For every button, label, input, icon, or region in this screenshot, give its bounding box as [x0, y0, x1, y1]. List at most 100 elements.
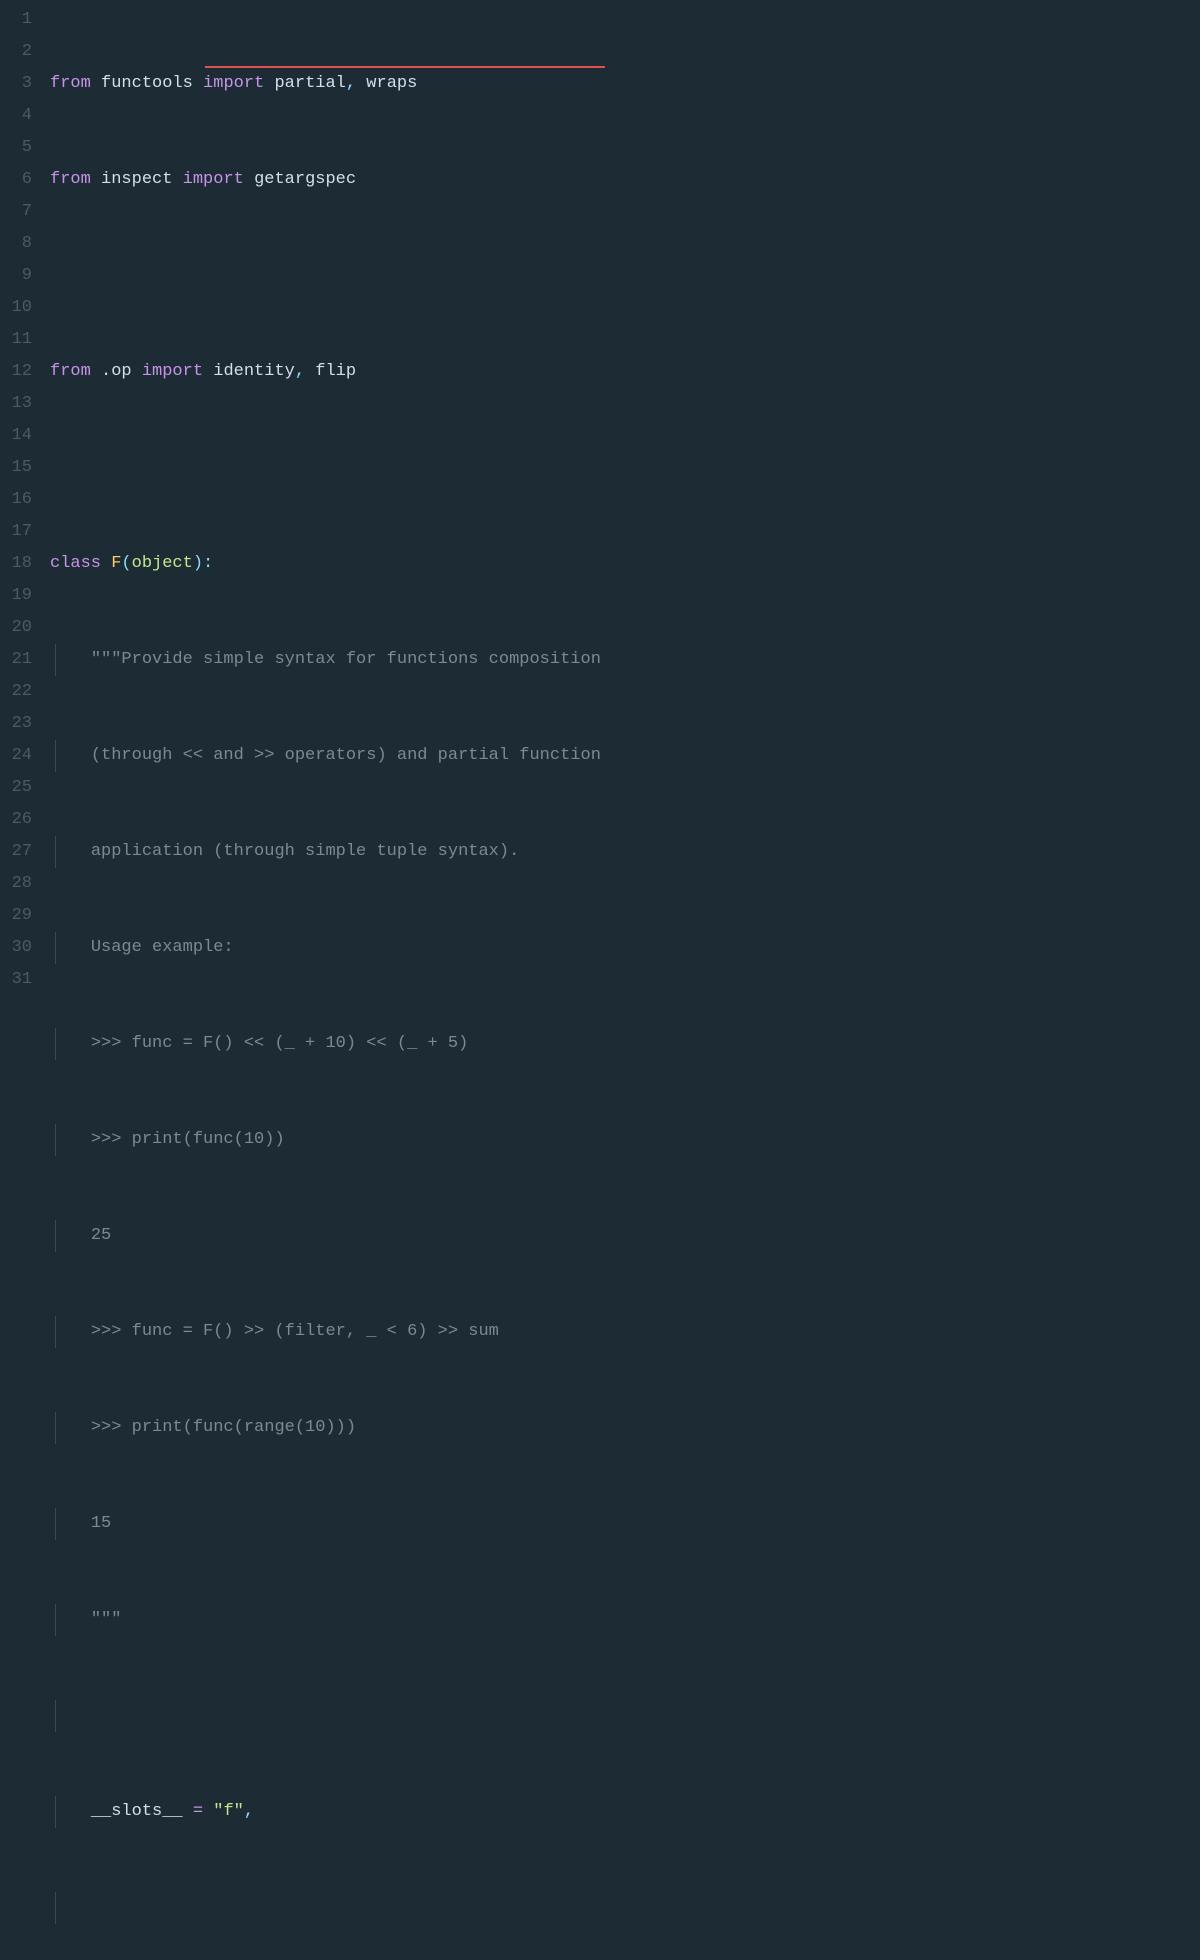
line-number: 17 — [0, 516, 32, 548]
docstring: application (through simple tuple syntax… — [91, 842, 519, 861]
code-line[interactable]: """ — [50, 1604, 1200, 1636]
indent — [50, 1322, 91, 1341]
indent — [50, 1418, 91, 1437]
line-number: 19 — [0, 580, 32, 612]
line-number: 4 — [0, 100, 32, 132]
line-number: 11 — [0, 324, 32, 356]
line-number: 28 — [0, 868, 32, 900]
indent-guide — [55, 644, 56, 676]
indent — [50, 1514, 91, 1533]
line-number: 31 — [0, 964, 32, 996]
code-line[interactable]: 25 — [50, 1220, 1200, 1252]
indent — [50, 842, 91, 861]
line-number: 29 — [0, 900, 32, 932]
line-number: 25 — [0, 772, 32, 804]
docstring: 15 — [91, 1514, 111, 1533]
code-line[interactable]: (through << and >> operators) and partia… — [50, 740, 1200, 772]
keyword-class: class — [50, 554, 101, 573]
line-number: 3 — [0, 68, 32, 100]
line-number: 8 — [0, 228, 32, 260]
paren: ) — [193, 554, 203, 573]
line-number: 15 — [0, 452, 32, 484]
indent-guide — [55, 932, 56, 964]
indent-guide — [55, 1700, 56, 1732]
string-literal: "f" — [213, 1802, 244, 1821]
paren: ( — [121, 554, 131, 573]
line-number: 26 — [0, 804, 32, 836]
line-number: 20 — [0, 612, 32, 644]
module-name: functools — [101, 74, 193, 93]
docstring: 25 — [91, 1226, 111, 1245]
docstring: >>> print(func(10)) — [91, 1130, 285, 1149]
indent-guide — [55, 1604, 56, 1636]
line-number: 5 — [0, 132, 32, 164]
indent — [50, 938, 91, 957]
module-name: .op — [101, 362, 132, 381]
docstring: >>> func = F() >> (filter, _ < 6) >> sum — [91, 1322, 499, 1341]
equals: = — [183, 1802, 214, 1821]
docstring: >>> print(func(range(10))) — [91, 1418, 356, 1437]
code-line[interactable]: >>> print(func(range(10))) — [50, 1412, 1200, 1444]
code-area[interactable]: from functools import partial, wraps fro… — [50, 0, 1200, 980]
code-line[interactable]: from inspect import getargspec — [50, 164, 1200, 196]
identifier: flip — [315, 362, 356, 381]
indent-guide — [55, 836, 56, 868]
code-line[interactable] — [50, 1892, 1200, 1924]
indent-guide — [55, 1220, 56, 1252]
line-number: 24 — [0, 740, 32, 772]
dunder-slots: __slots__ — [91, 1802, 183, 1821]
indent-guide — [55, 1892, 56, 1924]
identifier: partial — [274, 74, 345, 93]
identifier: identity — [213, 362, 295, 381]
code-line[interactable] — [50, 260, 1200, 292]
line-number: 2 — [0, 36, 32, 68]
line-number: 14 — [0, 420, 32, 452]
docstring: """Provide simple syntax for functions c… — [91, 650, 601, 669]
colon: : — [203, 554, 213, 573]
line-number-gutter: 1 2 3 4 5 6 7 8 9 10 11 12 13 14 15 16 1… — [0, 0, 50, 980]
line-number: 23 — [0, 708, 32, 740]
code-line[interactable]: >>> func = F() >> (filter, _ < 6) >> sum — [50, 1316, 1200, 1348]
code-line[interactable]: application (through simple tuple syntax… — [50, 836, 1200, 868]
line-number: 6 — [0, 164, 32, 196]
code-line[interactable]: """Provide simple syntax for functions c… — [50, 644, 1200, 676]
code-line[interactable]: 15 — [50, 1508, 1200, 1540]
code-line[interactable] — [50, 452, 1200, 484]
indent — [50, 1610, 91, 1629]
indent — [50, 1802, 91, 1821]
module-name: inspect — [101, 170, 172, 189]
code-line[interactable]: __slots__ = "f", — [50, 1796, 1200, 1828]
code-line[interactable]: class F(object): — [50, 548, 1200, 580]
docstring: """ — [91, 1610, 122, 1629]
indent-guide — [55, 1028, 56, 1060]
code-line[interactable] — [50, 1700, 1200, 1732]
keyword-from: from — [50, 170, 91, 189]
code-editor[interactable]: 1 2 3 4 5 6 7 8 9 10 11 12 13 14 15 16 1… — [0, 0, 1200, 980]
line-number: 16 — [0, 484, 32, 516]
indent-guide — [55, 740, 56, 772]
indent-guide — [55, 1124, 56, 1156]
indent — [50, 1034, 91, 1053]
keyword-import: import — [203, 74, 264, 93]
identifier: getargspec — [254, 170, 356, 189]
line-number: 30 — [0, 932, 32, 964]
docstring: (through << and >> operators) and partia… — [91, 746, 601, 765]
indent-guide — [55, 1796, 56, 1828]
code-line[interactable]: >>> print(func(10)) — [50, 1124, 1200, 1156]
line-number: 1 — [0, 4, 32, 36]
line-number: 10 — [0, 292, 32, 324]
code-line[interactable]: >>> func = F() << (_ + 10) << (_ + 5) — [50, 1028, 1200, 1060]
code-line[interactable]: Usage example: — [50, 932, 1200, 964]
line-number: 27 — [0, 836, 32, 868]
comma: , — [295, 362, 315, 381]
line-number: 7 — [0, 196, 32, 228]
line-number: 13 — [0, 388, 32, 420]
keyword-import: import — [142, 362, 203, 381]
keyword-import: import — [183, 170, 244, 189]
line-number: 9 — [0, 260, 32, 292]
code-line[interactable]: from .op import identity, flip — [50, 356, 1200, 388]
indent — [50, 1226, 91, 1245]
indent — [50, 746, 91, 765]
indent — [50, 650, 91, 669]
code-line[interactable]: from functools import partial, wraps — [50, 68, 1200, 100]
